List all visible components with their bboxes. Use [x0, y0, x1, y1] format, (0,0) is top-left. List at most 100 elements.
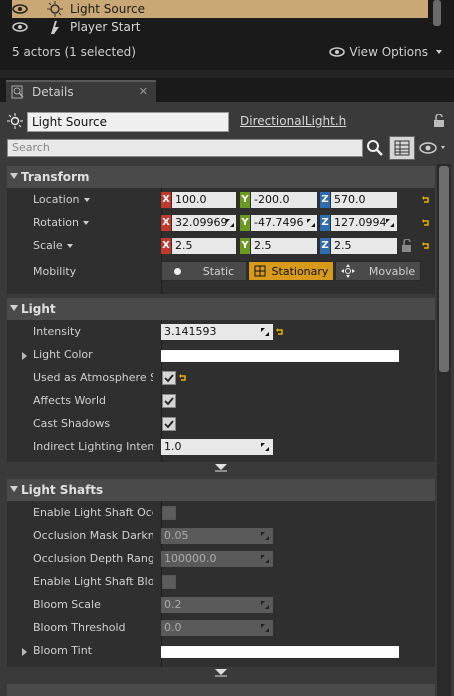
section-transform-header[interactable]: Transform — [7, 166, 435, 188]
scale-label[interactable]: Scale — [33, 239, 73, 252]
checkmark-icon — [164, 374, 174, 383]
atmosphere-sun-checkbox[interactable] — [162, 371, 176, 385]
scale-x-input[interactable]: 2.5 — [172, 238, 236, 254]
scale-z-input[interactable]: 2.5 — [331, 238, 397, 254]
scale-y-input[interactable]: 2.5 — [251, 238, 317, 254]
section-title: Light Shafts — [21, 483, 104, 497]
show-advanced-arrow-icon[interactable] — [214, 462, 228, 472]
outliner-row-player-start[interactable]: Player Start — [12, 18, 428, 36]
chevron-down-icon — [83, 198, 90, 202]
visibility-filter-eye-icon[interactable] — [419, 142, 449, 157]
affects-world-label: Affects World — [33, 394, 106, 407]
indirect-lighting-input[interactable]: 1.0 — [161, 439, 273, 455]
location-x-input[interactable]: 100.0 — [172, 192, 236, 208]
stationary-icon — [254, 265, 266, 277]
spin-arrows-icon[interactable] — [261, 328, 269, 336]
expand-triangle-icon[interactable] — [22, 352, 27, 360]
collapse-triangle-icon — [10, 486, 18, 492]
bloom-tint-swatch[interactable] — [161, 646, 399, 658]
occlusion-depth-range-label: Occlusion Depth Range — [33, 552, 153, 565]
search-icon[interactable] — [366, 139, 384, 157]
chevron-down-icon — [83, 221, 90, 225]
location-z-input[interactable]: 570.0 — [331, 192, 397, 208]
enable-shaft-bloom-checkbox[interactable] — [162, 575, 176, 589]
spin-arrows-icon[interactable] — [307, 219, 315, 227]
view-options-button[interactable]: View Options — [329, 45, 442, 59]
reset-to-default-icon[interactable] — [421, 241, 431, 251]
light-color-label: Light Color — [33, 348, 93, 361]
section-title: Transform — [21, 170, 90, 184]
bloom-tint-label: Bloom Tint — [33, 644, 92, 657]
occlusion-mask-darkness-input[interactable]: 0.05 — [161, 528, 273, 544]
spin-arrows-icon[interactable] — [261, 532, 269, 540]
tab-details[interactable]: Details ✕ — [6, 80, 156, 102]
rotation-label[interactable]: Rotation — [33, 216, 90, 229]
collapse-triangle-icon — [10, 305, 18, 311]
chevron-down-icon — [66, 244, 73, 248]
move-icon — [340, 264, 355, 278]
visibility-eye-icon[interactable] — [12, 4, 28, 14]
cast-shadows-label: Cast Shadows — [33, 417, 111, 430]
spin-arrows-icon[interactable] — [261, 601, 269, 609]
show-advanced-arrow-icon[interactable] — [214, 667, 228, 677]
bloom-threshold-input[interactable]: 0.0 — [161, 620, 273, 636]
reset-to-default-icon[interactable] — [178, 373, 188, 383]
visibility-eye-icon[interactable] — [12, 22, 28, 32]
outliner-scrollbar[interactable] — [433, 0, 441, 26]
search-input[interactable]: Search — [7, 139, 363, 157]
bloom-scale-input[interactable]: 0.2 — [161, 597, 273, 613]
outliner-row-light-source[interactable]: Light Source — [12, 0, 428, 18]
player-start-icon — [46, 19, 64, 35]
intensity-input[interactable]: 3.141593 — [161, 324, 273, 340]
mobility-static-button[interactable]: Static — [161, 261, 247, 281]
spin-arrows-icon[interactable] — [386, 219, 394, 227]
outliner-item-label: Light Source — [70, 2, 145, 16]
axis-z-label: Z — [320, 192, 330, 208]
class-source-link[interactable]: DirectionalLight.h — [240, 114, 346, 128]
details-icon — [11, 85, 24, 99]
intensity-label: Intensity — [33, 325, 81, 338]
next-section-header[interactable] — [7, 684, 435, 696]
collapse-triangle-icon — [10, 173, 18, 179]
checkmark-icon — [164, 397, 174, 406]
location-y-input[interactable]: -200.0 — [251, 192, 317, 208]
reset-to-default-icon[interactable] — [275, 327, 285, 337]
spin-arrows-icon[interactable] — [226, 219, 234, 227]
axis-x-label: X — [161, 238, 171, 254]
outliner-item-label: Player Start — [70, 20, 141, 34]
occlusion-depth-range-input[interactable]: 100000.0 — [161, 551, 273, 567]
mobility-movable-button[interactable]: Movable — [335, 261, 421, 281]
eye-icon — [329, 47, 346, 57]
axis-y-label: Y — [240, 215, 250, 231]
details-scrollbar-thumb[interactable] — [439, 166, 449, 372]
section-light-header[interactable]: Light — [7, 298, 435, 320]
view-options-label: View Options — [349, 45, 428, 59]
tab-bar: Details ✕ — [0, 78, 454, 102]
actor-count: 5 actors (1 selected) — [12, 45, 136, 59]
property-matrix-button[interactable] — [389, 136, 415, 160]
atmosphere-sun-label: Used as Atmosphere Sun — [33, 371, 153, 384]
bloom-scale-label: Bloom Scale — [33, 598, 101, 611]
actor-name-input[interactable]: Light Source — [27, 112, 229, 132]
spin-arrows-icon[interactable] — [261, 555, 269, 563]
lock-icon[interactable] — [432, 113, 446, 131]
mobility-stationary-button[interactable]: Stationary — [248, 261, 334, 281]
reset-to-default-icon[interactable] — [421, 195, 431, 205]
axis-z-label: Z — [320, 238, 330, 254]
reset-to-default-icon[interactable] — [421, 218, 431, 228]
enable-shaft-occlusion-checkbox[interactable] — [162, 506, 176, 520]
spin-arrows-icon[interactable] — [261, 624, 269, 632]
indirect-lighting-label: Indirect Lighting Intensity — [33, 440, 153, 453]
grid-icon — [394, 140, 410, 156]
affects-world-checkbox[interactable] — [162, 394, 176, 408]
section-light-shafts-header[interactable]: Light Shafts — [7, 479, 435, 501]
location-label[interactable]: Location — [33, 193, 90, 206]
light-color-swatch[interactable] — [161, 350, 399, 362]
spin-arrows-icon[interactable] — [261, 443, 269, 451]
world-outliner: Light Source Player Start 5 actors (1 se… — [0, 0, 454, 70]
cast-shadows-checkbox[interactable] — [162, 417, 176, 431]
expand-triangle-icon[interactable] — [22, 648, 27, 656]
lock-icon[interactable] — [401, 239, 415, 253]
axis-y-label: Y — [240, 238, 250, 254]
close-icon[interactable]: ✕ — [139, 85, 148, 98]
